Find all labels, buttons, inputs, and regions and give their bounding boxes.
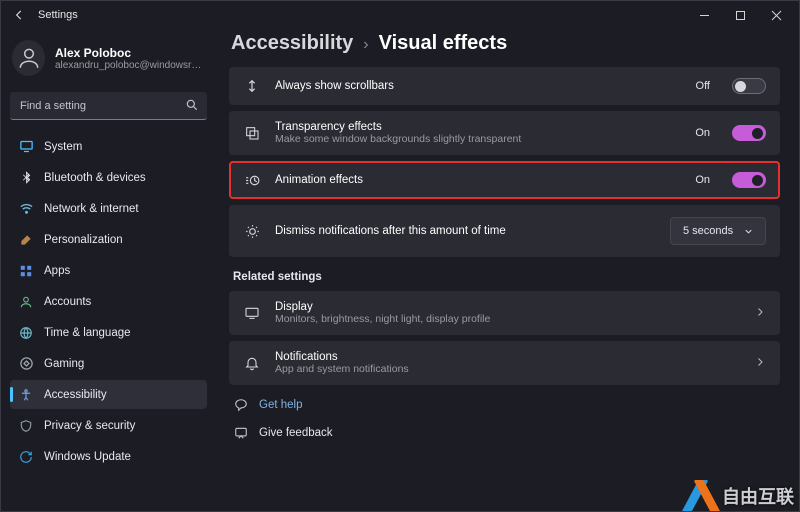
sidebar-item-personalization[interactable]: Personalization [10,225,207,254]
back-button[interactable] [10,6,28,24]
search-icon [185,98,199,115]
scrollbars-toggle[interactable] [732,78,766,94]
bluetooth-icon [18,170,34,186]
row-label: Notifications [275,351,409,363]
get-help-link[interactable]: Get help [229,391,780,419]
nav: System Bluetooth & devices Network & int… [10,132,207,471]
user-email: alexandru_poloboc@windowsreport... [55,60,205,71]
row-animation: Animation effects On [229,161,780,199]
row-label: Always show scrollbars [275,80,394,92]
minimize-button[interactable] [686,1,722,29]
shield-icon [18,418,34,434]
row-sublabel: Make some window backgrounds slightly tr… [275,133,521,145]
give-feedback-link[interactable]: Give feedback [229,419,780,447]
row-label: Dismiss notifications after this amount … [275,225,506,237]
chevron-right-icon [754,306,766,321]
sidebar-item-label: Accounts [44,296,91,308]
sidebar-item-label: Time & language [44,327,131,339]
row-transparency: Transparency effects Make some window ba… [229,111,780,155]
main: Accessibility › Visual effects Always sh… [215,30,800,512]
window-title: Settings [38,9,78,21]
dropdown-value: 5 seconds [683,225,733,237]
row-label: Animation effects [275,174,363,186]
user-block[interactable]: Alex Poloboc alexandru_poloboc@windowsre… [10,36,207,86]
row-state: On [695,127,710,139]
close-button[interactable] [758,1,794,29]
row-scrollbars: Always show scrollbars Off [229,67,780,105]
search-input[interactable] [10,92,207,120]
related-title: Related settings [233,271,780,283]
window-controls [686,1,794,29]
transparency-toggle[interactable] [732,125,766,141]
row-state: Off [696,80,710,92]
sidebar-item-time[interactable]: Time & language [10,318,207,347]
dismiss-dropdown[interactable]: 5 seconds [670,217,766,245]
breadcrumb-sep: › [363,36,368,54]
animation-toggle[interactable] [732,172,766,188]
sidebar-item-label: Gaming [44,358,84,370]
accessibility-icon [18,387,34,403]
row-sublabel: App and system notifications [275,363,409,375]
row-display[interactable]: Display Monitors, brightness, night ligh… [229,291,780,335]
row-label: Transparency effects [275,121,521,133]
row-dismiss: Dismiss notifications after this amount … [229,205,780,257]
sidebar-item-label: Accessibility [44,389,107,401]
scrollbars-icon [243,77,261,95]
sidebar-item-network[interactable]: Network & internet [10,194,207,223]
sidebar-item-update[interactable]: Windows Update [10,442,207,471]
help-icon [233,397,249,413]
sidebar-item-gaming[interactable]: Gaming [10,349,207,378]
accounts-icon [18,294,34,310]
transparency-icon [243,124,261,142]
maximize-button[interactable] [722,1,758,29]
sidebar-item-label: Personalization [44,234,123,246]
breadcrumb-current: Visual effects [379,32,508,55]
sidebar-item-privacy[interactable]: Privacy & security [10,411,207,440]
row-label: Display [275,301,490,313]
search-wrap [10,92,207,120]
gaming-icon [18,356,34,372]
row-state: On [695,174,710,186]
chevron-down-icon [743,226,754,237]
sidebar-item-system[interactable]: System [10,132,207,161]
user-name: Alex Poloboc [55,46,205,60]
sidebar: Alex Poloboc alexandru_poloboc@windowsre… [0,30,215,512]
chevron-right-icon [754,356,766,371]
wifi-icon [18,201,34,217]
row-notifications[interactable]: Notifications App and system notificatio… [229,341,780,385]
feedback-label: Give feedback [259,427,333,439]
bell-icon [243,354,261,372]
sidebar-item-label: Bluetooth & devices [44,172,146,184]
sidebar-item-label: Windows Update [44,451,131,463]
dismiss-icon [243,222,261,240]
sidebar-item-label: Apps [44,265,70,277]
globe-icon [18,325,34,341]
breadcrumb-parent[interactable]: Accessibility [231,32,353,55]
breadcrumb: Accessibility › Visual effects [231,32,780,55]
display-icon [243,304,261,322]
sidebar-item-label: Network & internet [44,203,139,215]
update-icon [18,449,34,465]
help-label: Get help [259,399,302,411]
sidebar-item-apps[interactable]: Apps [10,256,207,285]
avatar [12,40,45,76]
row-sublabel: Monitors, brightness, night light, displ… [275,313,490,325]
sidebar-item-bluetooth[interactable]: Bluetooth & devices [10,163,207,192]
sidebar-item-label: System [44,141,82,153]
feedback-icon [233,425,249,441]
system-icon [18,139,34,155]
titlebar: Settings [0,0,800,30]
paint-icon [18,232,34,248]
sidebar-item-accessibility[interactable]: Accessibility [10,380,207,409]
sidebar-item-accounts[interactable]: Accounts [10,287,207,316]
apps-icon [18,263,34,279]
animation-icon [243,171,261,189]
sidebar-item-label: Privacy & security [44,420,135,432]
